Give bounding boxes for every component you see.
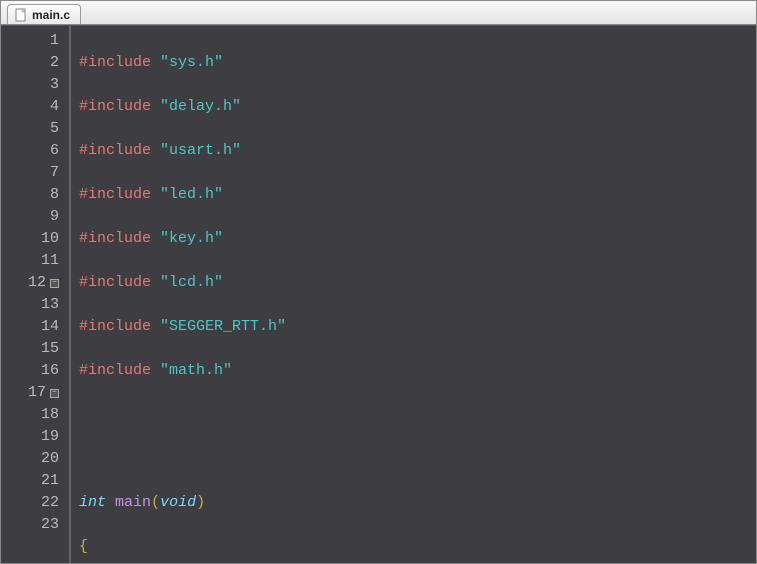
line-num: 10: [7, 228, 59, 250]
line-num: 5: [7, 118, 59, 140]
code-line: #include "SEGGER_RTT.h": [79, 316, 748, 338]
line-num: 2: [7, 52, 59, 74]
line-num: 7: [7, 162, 59, 184]
line-num: 19: [7, 426, 59, 448]
code-line: #include "usart.h": [79, 140, 748, 162]
tab-main-c[interactable]: main.c: [7, 4, 81, 24]
file-c-icon: [14, 8, 28, 22]
code-line: #include "sys.h": [79, 52, 748, 74]
code-line: #include "lcd.h": [79, 272, 748, 294]
tab-bar: main.c: [1, 1, 756, 25]
line-num: 22: [7, 492, 59, 514]
code-line: [79, 448, 748, 470]
line-num: 15: [7, 338, 59, 360]
line-num: 17−: [7, 382, 59, 404]
line-num: 18: [7, 404, 59, 426]
code-line: #include "delay.h": [79, 96, 748, 118]
code-area[interactable]: #include "sys.h" #include "delay.h" #inc…: [71, 26, 756, 563]
line-num: 20: [7, 448, 59, 470]
editor-window: main.c 1 2 3 4 5 6 7 8 9 10 11 12− 13 14…: [0, 0, 757, 564]
line-num: 9: [7, 206, 59, 228]
code-line: [79, 404, 748, 426]
code-line: {: [79, 536, 748, 558]
line-gutter: 1 2 3 4 5 6 7 8 9 10 11 12− 13 14 15 16 …: [1, 26, 71, 563]
code-line: #include "led.h": [79, 184, 748, 206]
line-num: 16: [7, 360, 59, 382]
code-line: int main(void): [79, 492, 748, 514]
fold-icon[interactable]: −: [50, 279, 59, 288]
line-num: 13: [7, 294, 59, 316]
line-num: 8: [7, 184, 59, 206]
line-num: 6: [7, 140, 59, 162]
editor-area: 1 2 3 4 5 6 7 8 9 10 11 12− 13 14 15 16 …: [1, 25, 756, 563]
tab-label: main.c: [32, 8, 70, 22]
line-num: 1: [7, 30, 59, 52]
code-line: #include "key.h": [79, 228, 748, 250]
line-num: 4: [7, 96, 59, 118]
line-num: 14: [7, 316, 59, 338]
fold-icon[interactable]: −: [50, 389, 59, 398]
line-num: 3: [7, 74, 59, 96]
line-num: 23: [7, 514, 59, 536]
code-line: #include "math.h": [79, 360, 748, 382]
line-num: 21: [7, 470, 59, 492]
line-num: 11: [7, 250, 59, 272]
line-num: 12−: [7, 272, 59, 294]
